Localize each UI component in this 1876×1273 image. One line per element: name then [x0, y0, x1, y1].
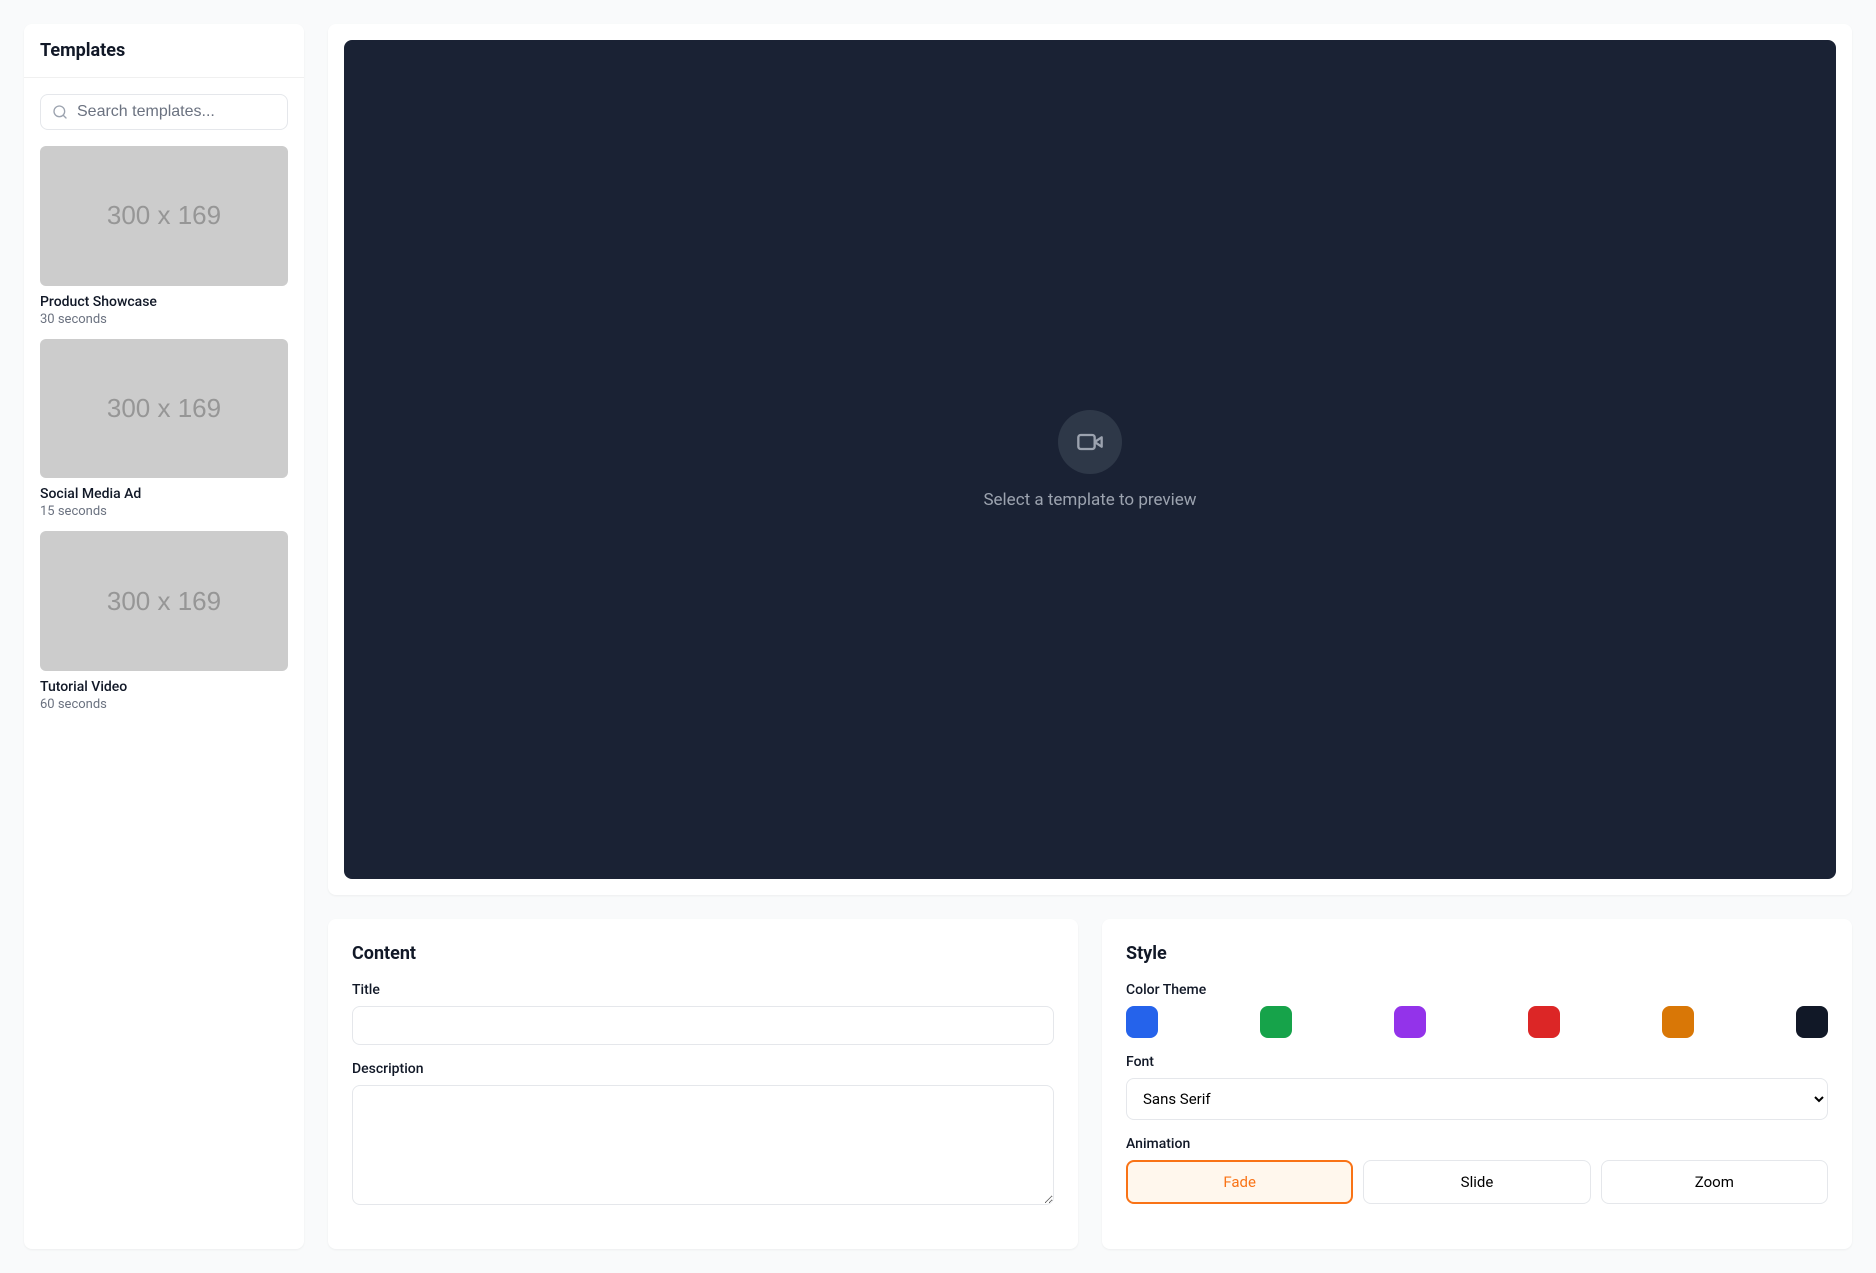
template-duration: 15 seconds	[40, 504, 288, 519]
template-thumbnail: 300 x 169	[40, 146, 288, 286]
style-panel: Style Color Theme Font Sans Se	[1102, 919, 1852, 1249]
template-duration: 60 seconds	[40, 697, 288, 712]
animation-label: Animation	[1126, 1136, 1828, 1152]
content-panel: Content Title Description	[328, 919, 1078, 1249]
color-swatch-amber[interactable]	[1662, 1006, 1694, 1038]
search-input[interactable]	[40, 94, 288, 130]
template-product-showcase[interactable]: 300 x 169 Product Showcase 30 seconds	[40, 146, 288, 327]
color-swatch-red[interactable]	[1528, 1006, 1560, 1038]
preview-icon-circle	[1058, 410, 1122, 474]
description-label: Description	[352, 1061, 1054, 1077]
animation-fade-button[interactable]: Fade	[1126, 1160, 1353, 1204]
title-label: Title	[352, 982, 1054, 998]
color-swatches	[1126, 1006, 1828, 1038]
color-swatch-navy[interactable]	[1796, 1006, 1828, 1038]
template-title: Product Showcase	[40, 294, 288, 310]
sidebar-header: Templates	[24, 24, 304, 78]
animation-zoom-button[interactable]: Zoom	[1601, 1160, 1828, 1204]
color-theme-label: Color Theme	[1126, 982, 1828, 998]
color-swatch-blue[interactable]	[1126, 1006, 1158, 1038]
animation-slide-button[interactable]: Slide	[1363, 1160, 1590, 1204]
template-thumbnail: 300 x 169	[40, 339, 288, 479]
title-input[interactable]	[352, 1006, 1054, 1045]
sidebar-title: Templates	[40, 40, 288, 61]
color-swatch-purple[interactable]	[1394, 1006, 1426, 1038]
search-icon	[52, 104, 68, 120]
preview-area: Select a template to preview	[344, 40, 1836, 879]
color-swatch-green[interactable]	[1260, 1006, 1292, 1038]
template-social-media-ad[interactable]: 300 x 169 Social Media Ad 15 seconds	[40, 339, 288, 520]
preview-empty-message: Select a template to preview	[983, 490, 1196, 510]
description-input[interactable]	[352, 1085, 1054, 1205]
font-label: Font	[1126, 1054, 1828, 1070]
template-list: 300 x 169 Product Showcase 30 seconds 30…	[40, 146, 288, 712]
video-icon	[1076, 428, 1104, 456]
templates-sidebar: Templates 300 x 169 Product Showcase 30 …	[24, 24, 304, 1249]
template-tutorial-video[interactable]: 300 x 169 Tutorial Video 60 seconds	[40, 531, 288, 712]
template-thumbnail: 300 x 169	[40, 531, 288, 671]
template-title: Tutorial Video	[40, 679, 288, 695]
font-select[interactable]: Sans Serif	[1126, 1078, 1828, 1120]
template-title: Social Media Ad	[40, 486, 288, 502]
preview-card: Select a template to preview	[328, 24, 1852, 895]
style-heading: Style	[1126, 943, 1828, 964]
animation-buttons: Fade Slide Zoom	[1126, 1160, 1828, 1204]
template-duration: 30 seconds	[40, 312, 288, 327]
content-heading: Content	[352, 943, 1054, 964]
